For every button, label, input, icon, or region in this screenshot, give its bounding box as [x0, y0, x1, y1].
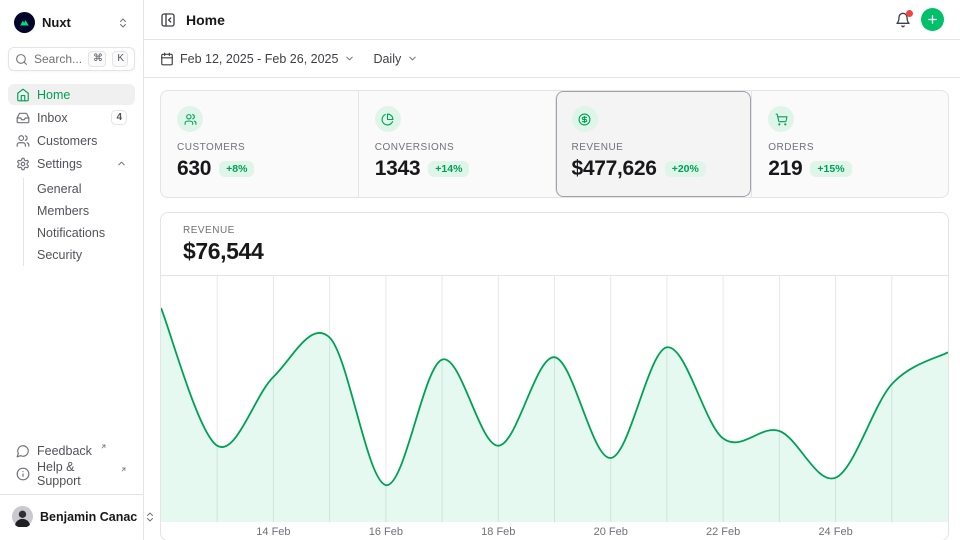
- chevron-down-icon: [407, 53, 418, 64]
- stat-value: 219: [768, 157, 802, 181]
- feedback-link[interactable]: Feedback: [8, 440, 135, 461]
- date-range-picker[interactable]: Feb 12, 2025 - Feb 26, 2025: [160, 52, 355, 66]
- dollar-circle-icon: [572, 106, 598, 132]
- sidebar-divider: [0, 494, 143, 495]
- plus-icon: [926, 13, 939, 26]
- sidebar-subitem-general[interactable]: General: [24, 178, 135, 200]
- kbd-k: K: [112, 51, 128, 67]
- stat-label: CUSTOMERS: [177, 142, 342, 153]
- notification-dot: [906, 10, 913, 17]
- sidebar-item-label: Inbox: [37, 111, 104, 125]
- main-area: Home Feb 12, 2025 - Feb 26, 2025: [144, 0, 960, 540]
- chevrons-up-down-icon: [117, 17, 129, 29]
- stat-label: ORDERS: [768, 142, 932, 153]
- dashboard-app: Nuxt Search... ⌘ K Home: [0, 0, 960, 540]
- kbd-cmd: ⌘: [88, 51, 106, 67]
- nuxt-logo-icon: [14, 12, 35, 33]
- gear-icon: [16, 157, 30, 171]
- search-placeholder: Search...: [34, 52, 82, 66]
- stat-delta-badge: +14%: [428, 161, 469, 177]
- date-range-label: Feb 12, 2025 - Feb 26, 2025: [180, 52, 338, 66]
- sidebar-subitem-notifications[interactable]: Notifications: [24, 222, 135, 244]
- sidebar-item-label: Customers: [37, 134, 127, 148]
- sidebar-collapse-button[interactable]: [160, 12, 176, 28]
- stats-row: CUSTOMERS 630 +8% CONVERSIONS 1343 +14%: [160, 90, 949, 198]
- stat-delta-badge: +8%: [219, 161, 254, 177]
- calendar-icon: [160, 52, 174, 66]
- workspace-switcher[interactable]: Nuxt: [8, 8, 135, 37]
- x-tick-label: 20 Feb: [594, 526, 628, 538]
- x-tick-label: 14 Feb: [256, 526, 290, 538]
- sidebar-item-label: Home: [37, 88, 127, 102]
- stat-label: CONVERSIONS: [375, 142, 539, 153]
- stat-label: REVENUE: [572, 142, 736, 153]
- external-link-icon: [100, 443, 107, 450]
- chart-title: REVENUE: [183, 225, 926, 236]
- page-title: Home: [186, 12, 885, 28]
- stat-card-conversions[interactable]: CONVERSIONS 1343 +14%: [358, 91, 555, 197]
- chevron-down-icon: [344, 53, 355, 64]
- inbox-icon: [16, 111, 30, 125]
- sidebar-item-label: Settings: [37, 157, 109, 171]
- stat-card-customers[interactable]: CUSTOMERS 630 +8%: [161, 91, 358, 197]
- help-support-link[interactable]: Help & Support: [8, 463, 135, 484]
- stat-value: 1343: [375, 157, 421, 181]
- workspace-name: Nuxt: [42, 15, 110, 30]
- revenue-chart-svg: [161, 276, 948, 522]
- inbox-count-badge: 4: [111, 110, 127, 125]
- x-tick-label: 24 Feb: [818, 526, 852, 538]
- message-circle-icon: [16, 444, 30, 458]
- chevron-up-icon: [116, 158, 127, 169]
- stat-value: $477,626: [572, 157, 657, 181]
- search-input[interactable]: Search... ⌘ K: [8, 47, 135, 71]
- x-tick-label: 18 Feb: [481, 526, 515, 538]
- stat-delta-badge: +20%: [665, 161, 706, 177]
- avatar: [12, 506, 33, 527]
- footer-link-label: Help & Support: [37, 460, 112, 488]
- users-icon: [16, 134, 30, 148]
- settings-children: General Members Notifications Security: [23, 178, 135, 266]
- stat-card-revenue[interactable]: REVENUE $477,626 +20%: [555, 91, 752, 197]
- topbar: Home: [144, 0, 960, 40]
- sidebar: Nuxt Search... ⌘ K Home: [0, 0, 144, 540]
- pie-chart-icon: [375, 106, 401, 132]
- user-name: Benjamin Canac: [40, 510, 137, 524]
- sidebar-nav: Home Inbox 4 Customers Settings: [8, 84, 135, 266]
- toolbar: Feb 12, 2025 - Feb 26, 2025 Daily: [144, 40, 960, 78]
- x-tick-label: 22 Feb: [706, 526, 740, 538]
- info-icon: [16, 467, 30, 481]
- content: CUSTOMERS 630 +8% CONVERSIONS 1343 +14%: [144, 78, 960, 540]
- chart-current-value: $76,544: [183, 238, 926, 265]
- revenue-chart-card: REVENUE $76,544 14 Feb 16 Feb 18 Feb 20 Feb…: [160, 212, 949, 540]
- users-icon: [177, 106, 203, 132]
- chart-plot-area[interactable]: [161, 276, 948, 522]
- sidebar-item-home[interactable]: Home: [8, 84, 135, 105]
- sidebar-item-inbox[interactable]: Inbox 4: [8, 107, 135, 128]
- chart-header: REVENUE $76,544: [161, 213, 948, 276]
- footer-link-label: Feedback: [37, 444, 92, 458]
- sidebar-item-settings[interactable]: Settings: [8, 153, 135, 174]
- search-icon: [15, 53, 28, 66]
- stat-value: 630: [177, 157, 211, 181]
- x-axis-labels: 14 Feb 16 Feb 18 Feb 20 Feb 22 Feb 24 Feb: [161, 522, 948, 540]
- period-select[interactable]: Daily: [373, 52, 418, 66]
- home-icon: [16, 88, 30, 102]
- sidebar-footer: Feedback Help & Support Benjamin: [8, 440, 135, 532]
- add-button[interactable]: [921, 8, 944, 31]
- sidebar-subitem-security[interactable]: Security: [24, 244, 135, 266]
- shopping-cart-icon: [768, 106, 794, 132]
- x-tick-label: 16 Feb: [369, 526, 403, 538]
- sidebar-subitem-members[interactable]: Members: [24, 200, 135, 222]
- period-label: Daily: [373, 52, 401, 66]
- stat-delta-badge: +15%: [810, 161, 851, 177]
- sidebar-item-customers[interactable]: Customers: [8, 130, 135, 151]
- user-menu[interactable]: Benjamin Canac: [6, 501, 137, 532]
- notifications-button[interactable]: [895, 12, 911, 28]
- external-link-icon: [120, 466, 127, 473]
- stat-card-orders[interactable]: ORDERS 219 +15%: [751, 91, 948, 197]
